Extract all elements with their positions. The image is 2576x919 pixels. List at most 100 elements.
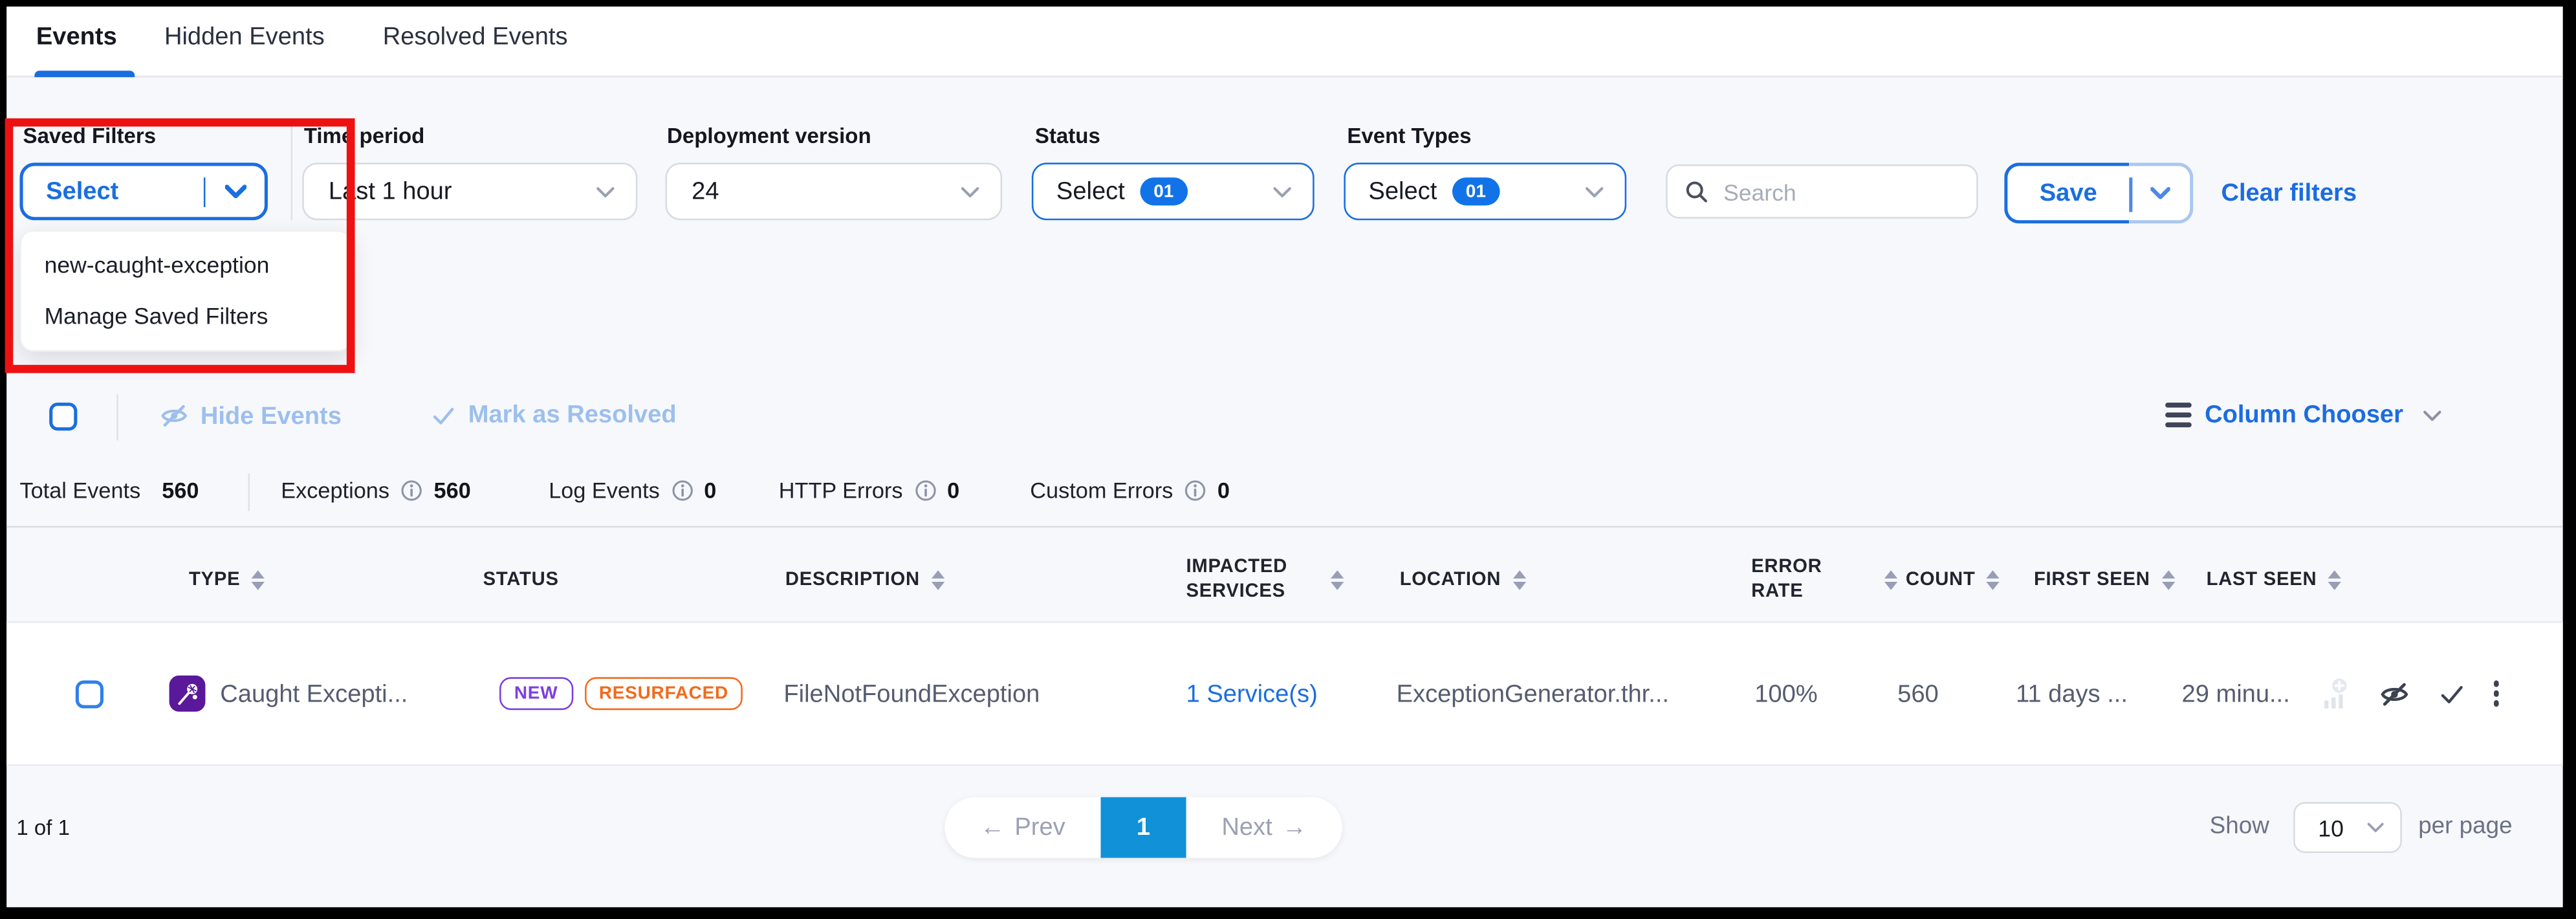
sort-icon[interactable]: [1884, 570, 1897, 591]
column-chooser-label: Column Chooser: [2205, 401, 2403, 429]
tab-resolved-events[interactable]: Resolved Events: [383, 23, 568, 51]
check-icon: [430, 402, 457, 428]
stats-bottom-divider: [6, 526, 2563, 528]
app-window: Events Hidden Events Resolved Events Sav…: [0, 0, 2576, 919]
sort-icon[interactable]: [1330, 570, 1343, 591]
select-all-checkbox[interactable]: [49, 403, 77, 430]
row-description-cell: FileNotFoundException: [783, 621, 1040, 766]
row-last-seen-cell: 29 minu...: [2182, 621, 2290, 766]
status-badge-resurfaced: RESURFACED: [584, 677, 743, 710]
row-impacted-services-link[interactable]: 1 Service(s): [1186, 621, 1318, 766]
row-status-cell: NEW RESURFACED: [499, 621, 743, 766]
bulk-divider: [116, 394, 118, 440]
caught-exception-icon: [169, 676, 206, 712]
row-checkbox[interactable]: [76, 680, 104, 707]
event-types-count-badge: 01: [1452, 177, 1500, 205]
column-label: IMPACTED SERVICES: [1186, 556, 1287, 605]
stat-label: HTTP Errors: [779, 478, 903, 503]
resolve-event-icon[interactable]: [2438, 680, 2466, 707]
row-checkbox-cell: [76, 621, 104, 766]
info-icon[interactable]: [671, 480, 693, 502]
event-types-label: Event Types: [1347, 123, 1471, 148]
row-count-cell: 560: [1897, 621, 1939, 766]
hide-events-button[interactable]: Hide Events: [159, 401, 342, 431]
column-header-impacted-services[interactable]: IMPACTED SERVICES: [1186, 542, 1344, 618]
tab-bar: Events Hidden Events Resolved Events: [6, 6, 2563, 77]
custom-errors-stat: Custom Errors 0: [1030, 478, 1230, 503]
sort-icon[interactable]: [2161, 570, 2174, 591]
tab-hidden-events[interactable]: Hidden Events: [164, 23, 325, 51]
http-errors-stat: HTTP Errors 0: [779, 478, 959, 503]
filter-group-divider: [290, 122, 292, 220]
kebab-menu-icon[interactable]: [2494, 681, 2500, 707]
stat-value: 560: [434, 478, 471, 503]
sort-icon[interactable]: [932, 570, 944, 591]
time-period-label: Time period: [304, 123, 425, 148]
stat-value: 0: [1217, 478, 1230, 503]
column-label: DESCRIPTION: [785, 568, 920, 592]
hide-event-icon[interactable]: [2379, 678, 2410, 709]
row-type-cell: Caught Excepti...: [169, 621, 408, 766]
page-number-active[interactable]: 1: [1100, 797, 1186, 858]
column-header-type[interactable]: TYPE: [189, 542, 265, 618]
page-size-select[interactable]: 10: [2293, 802, 2402, 853]
save-button[interactable]: Save: [2004, 162, 2129, 223]
status-label: Status: [1035, 123, 1100, 148]
clear-filters-link[interactable]: Clear filters: [2221, 179, 2357, 207]
info-icon[interactable]: [401, 480, 422, 502]
eye-off-icon: [159, 401, 189, 431]
info-icon[interactable]: [914, 480, 935, 502]
log-events-stat: Log Events 0: [549, 478, 716, 503]
chevron-down-icon: [596, 185, 636, 198]
info-icon[interactable]: [1184, 480, 1206, 502]
stat-value: 0: [704, 478, 716, 503]
column-header-location[interactable]: LOCATION: [1400, 542, 1526, 618]
status-badge-new: NEW: [499, 677, 573, 710]
per-page-label: per page: [2418, 814, 2512, 840]
sort-icon[interactable]: [252, 570, 265, 591]
saved-filters-select[interactable]: Select: [19, 162, 267, 220]
total-events-stat: Total Events 560: [19, 478, 199, 503]
time-period-select[interactable]: Last 1 hour: [302, 162, 637, 220]
column-label: ERROR RATE: [1751, 556, 1822, 605]
column-chooser-button[interactable]: Column Chooser: [2165, 401, 2441, 429]
add-chart-icon[interactable]: [2320, 676, 2351, 711]
page-summary: 1 of 1: [16, 815, 70, 840]
row-error-rate-cell: 100%: [1754, 621, 1817, 766]
event-types-select-value: Select: [1346, 177, 1437, 205]
row-first-seen-cell: 11 days ...: [2016, 621, 2128, 766]
deployment-version-select[interactable]: 24: [666, 162, 1003, 220]
column-header-error-rate[interactable]: ERROR RATE: [1751, 542, 1897, 618]
chevron-down-icon[interactable]: [205, 184, 264, 199]
tab-events[interactable]: Events: [36, 23, 117, 51]
sort-icon[interactable]: [1987, 570, 2000, 591]
search-input[interactable]: [1720, 177, 1957, 206]
row-type-label[interactable]: Caught Excepti...: [220, 680, 408, 707]
status-select[interactable]: Select 01: [1032, 162, 1315, 220]
column-header-description[interactable]: DESCRIPTION: [785, 542, 944, 618]
next-label: Next: [1221, 814, 1272, 841]
save-dropdown-button[interactable]: [2129, 162, 2193, 223]
active-tab-underline: [34, 71, 135, 76]
column-header-first-seen[interactable]: FIRST SEEN: [2034, 542, 2175, 618]
column-header-count[interactable]: COUNT: [1906, 542, 2000, 618]
menu-item-manage-saved-filters[interactable]: Manage Saved Filters: [21, 291, 350, 342]
prev-page-button[interactable]: ← Prev: [944, 797, 1100, 858]
mark-as-resolved-button[interactable]: Mark as Resolved: [430, 401, 676, 429]
stat-value: 0: [947, 478, 959, 503]
column-header-status[interactable]: STATUS: [483, 542, 559, 618]
save-button-divider: [2129, 177, 2132, 212]
search-icon: [1668, 179, 1720, 204]
menu-item-saved-filter[interactable]: new-caught-exception: [21, 240, 350, 291]
column-header-last-seen[interactable]: LAST SEEN: [2207, 542, 2342, 618]
sort-icon[interactable]: [1512, 570, 1525, 591]
status-count-badge: 01: [1140, 177, 1188, 205]
event-types-select[interactable]: Select 01: [1344, 162, 1626, 220]
column-label: LOCATION: [1400, 568, 1501, 592]
pagination: ← Prev 1 Next →: [944, 797, 1342, 858]
sort-icon[interactable]: [2328, 570, 2341, 591]
right-arrow-icon: →: [1282, 814, 1307, 841]
hide-events-label: Hide Events: [201, 402, 342, 430]
next-page-button[interactable]: Next →: [1186, 797, 1342, 858]
total-events-label: Total Events: [19, 478, 140, 503]
